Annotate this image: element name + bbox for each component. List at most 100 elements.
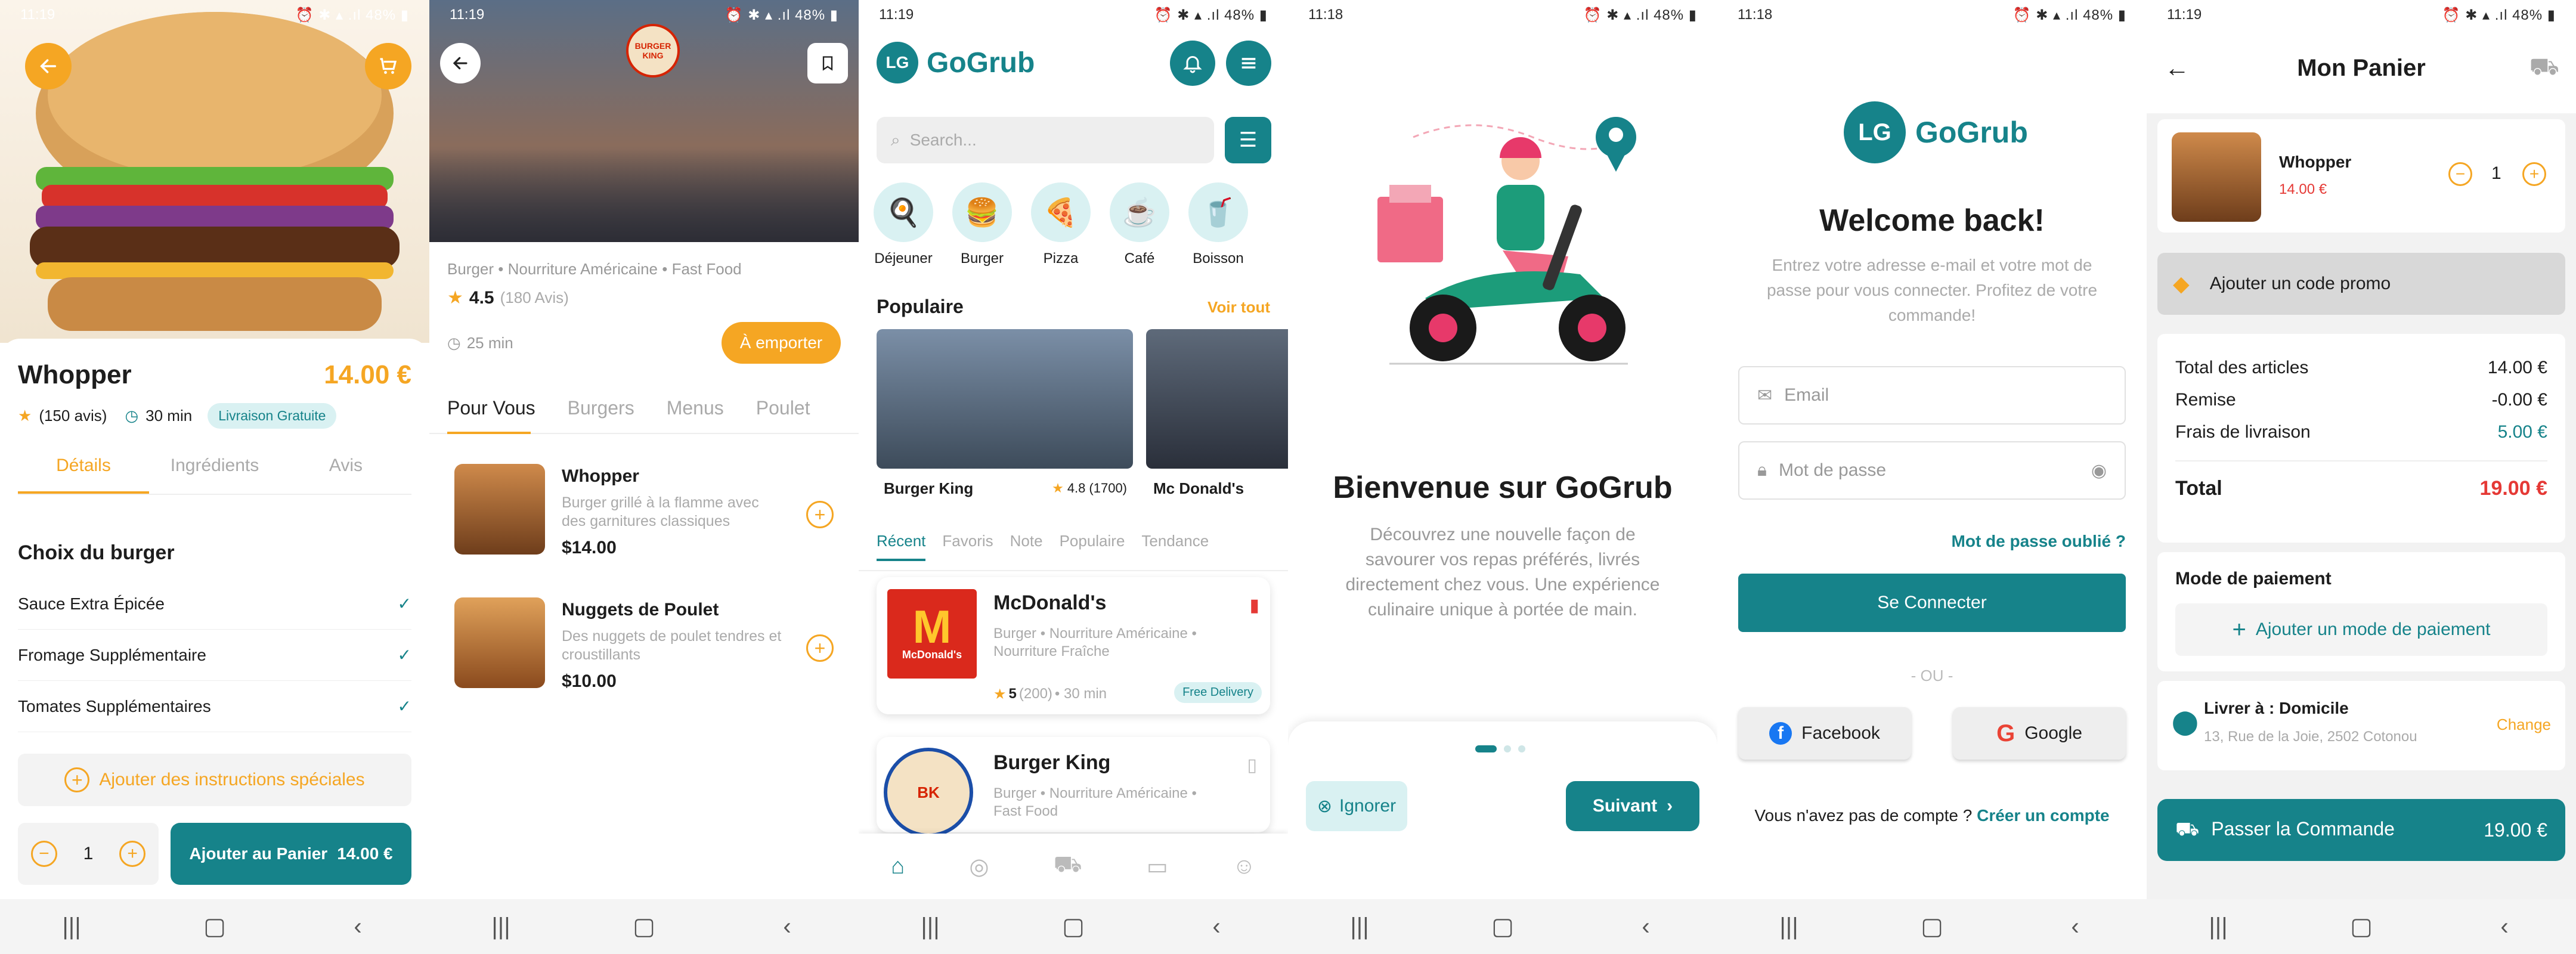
- recents-icon[interactable]: |||: [48, 913, 95, 940]
- tab-menus[interactable]: Menus: [667, 397, 724, 419]
- home-icon[interactable]: ▢: [1479, 913, 1527, 940]
- option-row[interactable]: Sauce Extra Épicée ✓: [18, 578, 411, 630]
- tab-favorites[interactable]: Favoris: [942, 532, 993, 561]
- filter-button[interactable]: ☰: [1225, 117, 1271, 163]
- popular-card[interactable]: Mc Donald's: [1146, 329, 1288, 497]
- pizza-icon: 🍕: [1031, 182, 1091, 242]
- chevron-right-icon: ›: [1667, 796, 1673, 816]
- status-time: 11:18: [1308, 7, 1343, 23]
- prep-time: 30 min: [145, 407, 193, 425]
- recents-icon[interactable]: |||: [2194, 913, 2242, 940]
- bookmark-filled-icon[interactable]: ▮: [1249, 595, 1259, 616]
- home-icon[interactable]: ▢: [2337, 913, 2385, 940]
- profile-tab-icon[interactable]: ☺: [1233, 854, 1256, 879]
- system-nav-bar: ||| ▢ ‹: [0, 899, 429, 954]
- back-icon[interactable]: ‹: [763, 913, 811, 940]
- add-item-button[interactable]: +: [806, 634, 834, 662]
- home-icon[interactable]: ▢: [191, 913, 239, 940]
- brand-name: GoGrub: [1915, 116, 2028, 149]
- cart-item: Whopper 14.00 € − 1 +: [2157, 119, 2565, 233]
- tab-reviews[interactable]: Avis: [280, 456, 411, 494]
- restaurant-time: • 30 min: [1054, 686, 1107, 702]
- recents-icon[interactable]: |||: [1336, 913, 1383, 940]
- tab-trending[interactable]: Tendance: [1141, 532, 1209, 561]
- recents-icon[interactable]: |||: [906, 913, 954, 940]
- option-row[interactable]: Tomates Supplémentaires ✓: [18, 681, 411, 732]
- skip-button[interactable]: ⊗ Ignorer: [1306, 781, 1407, 831]
- rating-value: 4.5: [469, 287, 494, 308]
- system-nav-bar: ||| ▢ ‹: [1717, 899, 2147, 954]
- promo-code-button[interactable]: ◆ Ajouter un code promo: [2157, 253, 2565, 315]
- category-coffee[interactable]: ☕ Café: [1107, 182, 1172, 267]
- home-icon[interactable]: ▢: [620, 913, 668, 940]
- category-pizza[interactable]: 🍕 Pizza: [1028, 182, 1094, 267]
- see-all-link[interactable]: Voir tout: [1208, 298, 1270, 317]
- home-tab-icon[interactable]: ⌂: [891, 854, 905, 879]
- tab-rating[interactable]: Note: [1010, 532, 1043, 561]
- facebook-button[interactable]: f Facebook: [1738, 707, 1911, 760]
- food-item[interactable]: Whopper Burger grillé à la flamme avec d…: [454, 464, 834, 559]
- recents-icon[interactable]: |||: [1765, 913, 1813, 940]
- review-count: (150 avis): [39, 407, 107, 425]
- back-icon[interactable]: ‹: [2481, 913, 2528, 940]
- category-label: Café: [1124, 250, 1155, 267]
- menu-button[interactable]: [1226, 41, 1271, 86]
- google-button[interactable]: G Google: [1953, 707, 2126, 760]
- notifications-button[interactable]: [1170, 41, 1215, 86]
- tab-popular[interactable]: Populaire: [1060, 532, 1125, 561]
- back-icon[interactable]: ‹: [1622, 913, 1670, 940]
- back-icon[interactable]: ‹: [1193, 913, 1240, 940]
- restaurant-card[interactable]: M McDonald's McDonald's Burger • Nourritu…: [877, 577, 1270, 714]
- add-to-cart-button[interactable]: Ajouter au Panier 14.00 €: [171, 823, 411, 885]
- tab-for-you[interactable]: Pour Vous: [447, 397, 535, 419]
- category-breakfast[interactable]: 🍳 Déjeuner: [871, 182, 936, 267]
- password-field[interactable]: 🔒︎ Mot de passe ◉: [1738, 441, 2126, 500]
- cart-tab-icon[interactable]: ⛟: [1054, 852, 1082, 881]
- back-icon[interactable]: ‹: [2051, 913, 2099, 940]
- food-price: $14.00: [562, 538, 617, 557]
- popular-card[interactable]: Burger King ★ 4.8 (1700): [877, 329, 1133, 497]
- home-icon[interactable]: ▢: [1908, 913, 1956, 940]
- add-payment-button[interactable]: + Ajouter un mode de paiement: [2175, 603, 2547, 656]
- plus-button[interactable]: +: [119, 841, 146, 867]
- tab-burgers[interactable]: Burgers: [568, 397, 634, 419]
- bookmark-icon[interactable]: ▯: [1247, 755, 1257, 776]
- forgot-password-link[interactable]: Mot de passe oublié ?: [1952, 532, 2126, 551]
- food-item[interactable]: Nuggets de Poulet Des nuggets de poulet …: [454, 597, 834, 693]
- cart-button[interactable]: [365, 43, 411, 89]
- minus-button[interactable]: −: [2448, 162, 2472, 186]
- option-row[interactable]: Fromage Supplémentaire ✓: [18, 630, 411, 681]
- place-order-button[interactable]: ⛟ Passer la Commande 19.00 €: [2157, 799, 2565, 861]
- home-icon[interactable]: ▢: [1049, 913, 1097, 940]
- tab-chicken[interactable]: Poulet: [756, 397, 810, 419]
- add-instructions-button[interactable]: + Ajouter des instructions spéciales: [18, 754, 411, 806]
- recents-icon[interactable]: |||: [477, 913, 525, 940]
- back-button[interactable]: [25, 43, 72, 89]
- email-field[interactable]: ✉ Email: [1738, 366, 2126, 425]
- bookmark-button[interactable]: [807, 43, 848, 83]
- tag-icon: ◆: [2173, 271, 2190, 296]
- tab-recent[interactable]: Récent: [877, 532, 926, 561]
- create-account-link[interactable]: Créer un compte: [1977, 806, 2110, 825]
- plus-button[interactable]: +: [2522, 162, 2546, 186]
- orders-tab-icon[interactable]: ▭: [1147, 853, 1168, 880]
- takeaway-button[interactable]: À emporter: [722, 322, 841, 364]
- back-icon[interactable]: ‹: [334, 913, 382, 940]
- eye-icon[interactable]: ◉: [2091, 460, 2107, 481]
- category-drink[interactable]: 🥤 Boisson: [1185, 182, 1251, 267]
- add-item-button[interactable]: +: [806, 501, 834, 528]
- change-address-link[interactable]: Change: [2497, 715, 2551, 734]
- login-button[interactable]: Se Connecter: [1738, 574, 2126, 632]
- whopper-thumbnail: [2172, 132, 2261, 222]
- facebook-icon: f: [1769, 722, 1792, 745]
- search-input[interactable]: ⌕ Search...: [877, 117, 1214, 163]
- next-button[interactable]: Suivant ›: [1566, 781, 1699, 831]
- compass-tab-icon[interactable]: ◎: [969, 853, 989, 880]
- tab-ingredients[interactable]: Ingrédients: [149, 456, 280, 494]
- restaurant-card[interactable]: BK Burger King Burger • Nourriture Améri…: [877, 737, 1270, 837]
- minus-button[interactable]: −: [30, 841, 57, 867]
- payment-title: Mode de paiement: [2175, 569, 2332, 588]
- category-burger[interactable]: 🍔 Burger: [949, 182, 1015, 267]
- tab-details[interactable]: Détails: [18, 456, 149, 494]
- back-button[interactable]: [440, 43, 481, 83]
